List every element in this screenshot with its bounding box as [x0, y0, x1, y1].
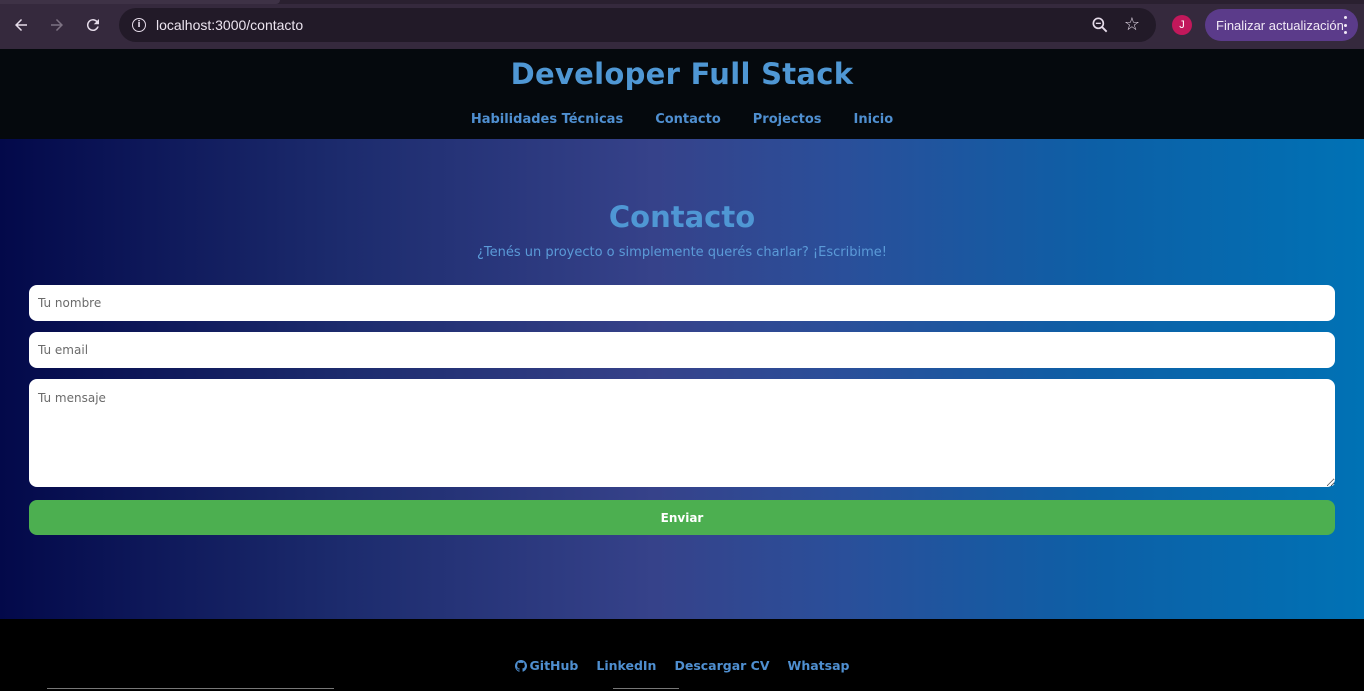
nav-link-inicio[interactable]: Inicio — [854, 112, 894, 127]
nav-link-projectos[interactable]: Projectos — [753, 112, 822, 127]
back-button[interactable] — [7, 11, 35, 39]
tab-strip — [0, 0, 1364, 4]
site-info-icon: i — [132, 18, 146, 32]
update-button-label: Finalizar actualización — [1216, 17, 1344, 33]
active-tab[interactable] — [0, 0, 280, 4]
reload-button[interactable] — [79, 11, 107, 39]
site-nav: Habilidades Técnicas Contacto Projectos … — [0, 112, 1364, 127]
reload-icon — [86, 19, 99, 32]
footer-link-cv[interactable]: Descargar CV — [674, 658, 769, 673]
scrollbar-hint — [613, 688, 679, 689]
footer-link-github-label: GitHub — [529, 658, 579, 673]
send-button[interactable]: Enviar — [29, 500, 1335, 535]
zoom-icon[interactable] — [1090, 15, 1110, 35]
forward-icon — [51, 19, 63, 31]
site-info-button[interactable]: i — [127, 13, 151, 37]
nav-link-habilidades[interactable]: Habilidades Técnicas — [471, 112, 623, 127]
update-button[interactable]: Finalizar actualización — [1205, 9, 1358, 41]
bookmark-star-icon[interactable]: ☆ — [1122, 14, 1142, 34]
url-text[interactable]: localhost:3000/contacto — [156, 17, 303, 33]
name-input[interactable] — [29, 285, 1335, 321]
contact-section: Contacto ¿Tenés un proyecto o simplement… — [0, 139, 1364, 619]
back-icon — [15, 19, 27, 31]
footer-link-linkedin[interactable]: LinkedIn — [596, 658, 656, 673]
footer-link-github[interactable]: GitHub — [514, 658, 579, 673]
browser-toolbar: i localhost:3000/contacto ☆ J Finalizar … — [0, 0, 1364, 49]
github-icon — [514, 659, 527, 672]
site-footer: GitHub LinkedIn Descargar CV Whatsap — [0, 619, 1364, 691]
nav-link-contacto[interactable]: Contacto — [655, 112, 721, 127]
forward-button[interactable] — [43, 11, 71, 39]
message-textarea[interactable] — [29, 379, 1335, 487]
scrollbar-hint — [47, 688, 334, 689]
email-input[interactable] — [29, 332, 1335, 368]
contact-title: Contacto — [608, 200, 756, 234]
footer-links: GitHub LinkedIn Descargar CV Whatsap — [0, 658, 1364, 673]
contact-subtitle: ¿Tenés un proyecto o simplemente querés … — [477, 245, 887, 260]
site-title: Developer Full Stack — [510, 57, 854, 91]
profile-avatar[interactable]: J — [1172, 15, 1192, 35]
address-bar[interactable]: i localhost:3000/contacto ☆ — [119, 8, 1156, 42]
site-header: Developer Full Stack Habilidades Técnica… — [0, 49, 1364, 139]
footer-link-whatsapp[interactable]: Whatsap — [788, 658, 850, 673]
more-vert-icon — [1344, 16, 1348, 34]
